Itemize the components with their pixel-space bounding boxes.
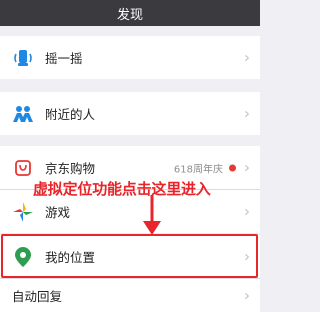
menu-item-label: 游戏 [45,205,71,220]
menu-item-label: 京东购物 [45,161,96,176]
jd-shopping-icon [12,157,34,179]
menu-item-label: 摇一摇 [45,51,83,66]
arrow-down-icon [143,195,161,235]
people-nearby-icon [12,103,34,125]
highlight-box [1,234,258,278]
chevron-right-icon: › [244,48,250,66]
top-navbar: 发现 [0,0,260,26]
annotation-text: 虚拟定位功能点击这里进入 [33,180,211,198]
page-title: 发现 [116,7,143,23]
red-dot-indicator [229,164,236,171]
chevron-right-icon: › [244,202,250,220]
shake-icon [12,47,34,69]
menu-item-shake[interactable]: 摇一摇 › [0,36,260,79]
promo-badge: 618周年庆 [174,160,236,175]
menu-item-label: 附近的人 [45,107,96,122]
promo-badge-text: 618周年庆 [173,164,223,175]
menu-item-auto-reply[interactable]: 自动回复 › [0,279,260,312]
chevron-right-icon: › [244,158,250,176]
menu-item-people-nearby[interactable]: 附近的人 › [0,92,260,135]
chevron-right-icon: › [244,104,250,122]
menu-item-label: 自动回复 [12,289,63,304]
games-icon [12,201,34,223]
chevron-right-icon: › [244,286,250,304]
